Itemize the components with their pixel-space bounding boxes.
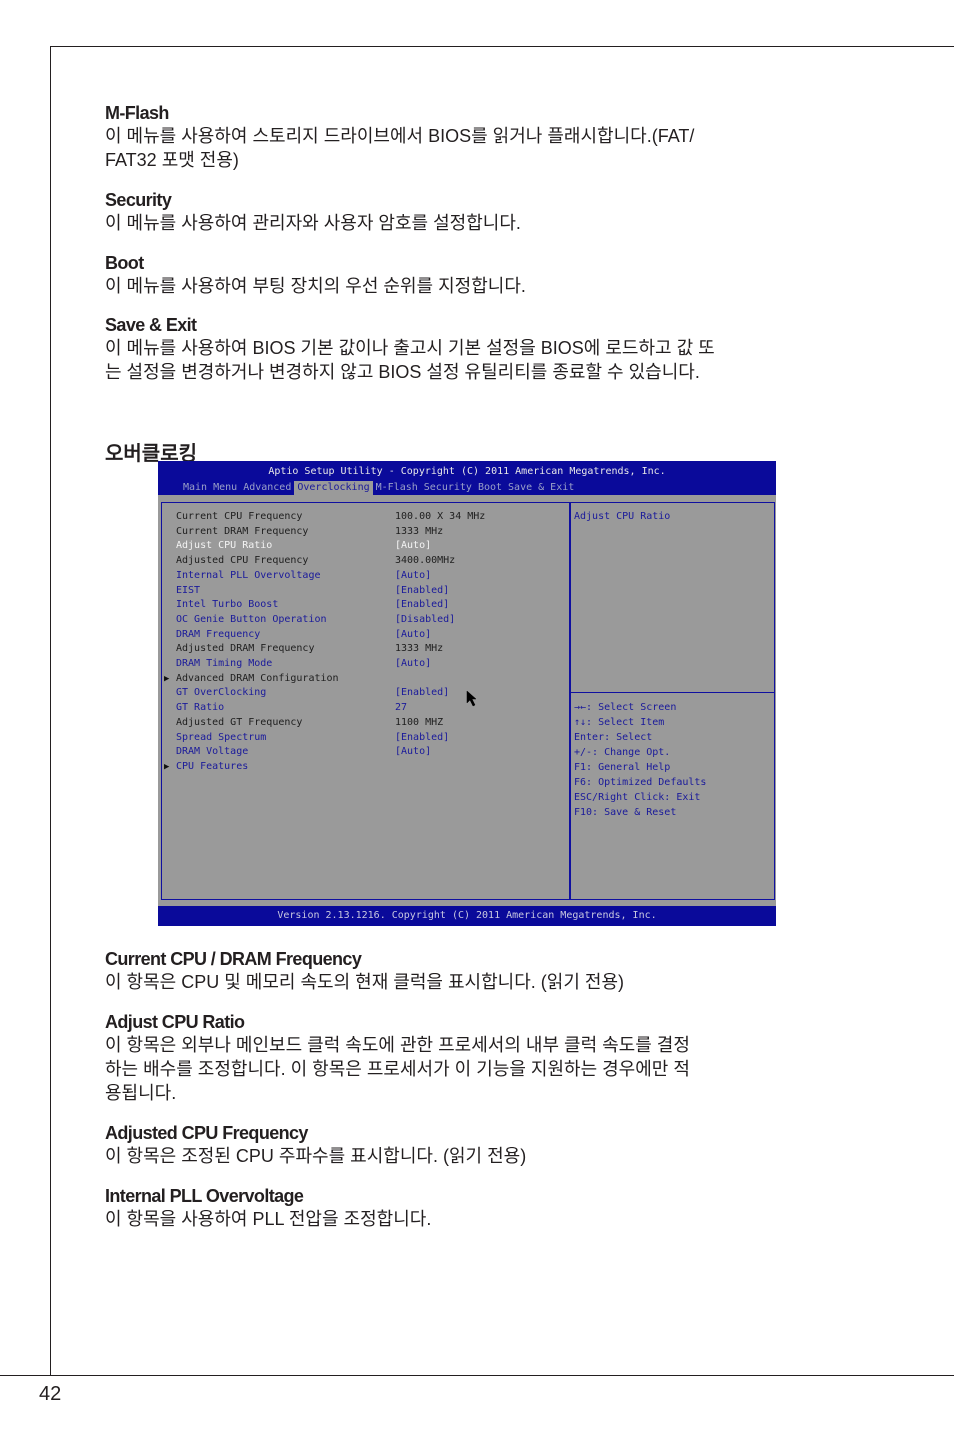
setting-value: [Auto]	[395, 658, 432, 669]
section-internal-pll: Internal PLL Overvoltage 이 항목을 사용하여 PLL …	[105, 1185, 835, 1231]
page-border-bottom	[0, 1375, 954, 1376]
bios-footer: Version 2.13.1216. Copyright (C) 2011 Am…	[158, 906, 776, 926]
section-body-line: 이 항목은 CPU 및 메모리 속도의 현재 클럭을 표시합니다. (읽기 전용…	[105, 972, 625, 992]
bios-tab-bar: Main Menu Advanced Overclocking M-Flash …	[180, 481, 577, 495]
setting-label: Adjusted GT Frequency	[176, 716, 303, 728]
setting-value: 3400.00MHz	[395, 555, 456, 567]
section-body-line: 이 메뉴를 사용하여 스토리지 드라이브에서 BIOS를 읽거나 플래시합니다.…	[105, 126, 695, 146]
setting-label: GT Ratio	[176, 702, 225, 714]
help-divider	[571, 692, 774, 693]
setting-label: DRAM Timing Mode	[176, 658, 273, 669]
section-title: M-Flash	[105, 103, 169, 123]
bios-screenshot: Aptio Setup Utility - Copyright (C) 2011…	[158, 461, 776, 926]
setting-label: CPU Features	[176, 760, 249, 772]
setting-value: [Auto]	[395, 628, 432, 640]
bios-tab-overclocking[interactable]: Overclocking	[294, 481, 373, 495]
section-body-line: 는 설정을 변경하거나 변경하지 않고 BIOS 설정 유틸리티를 종료할 수 …	[105, 362, 700, 382]
setting-label: Adjust CPU Ratio	[176, 540, 273, 552]
bios-tab-boot[interactable]: Boot	[475, 481, 505, 495]
setting-label: OC Genie Button Operation	[176, 613, 327, 625]
setting-label: Spread Spectrum	[176, 731, 267, 743]
bios-tab-save-exit[interactable]: Save & Exit	[505, 481, 577, 495]
setting-label: Internal PLL Overvoltage	[176, 569, 321, 581]
submenu-arrow-icon: ▶	[164, 673, 170, 684]
setting-value: [Disabled]	[395, 613, 456, 625]
setting-value: 1333 MHz	[395, 643, 444, 655]
section-body-line: 하는 배수를 조정합니다. 이 항목은 프로세서가 이 기능을 지원하는 경우에…	[105, 1059, 690, 1079]
section-title: Adjusted CPU Frequency	[105, 1123, 308, 1143]
bios-settings-panel: Current CPU Frequency 100.00 X 34 MHz Curr…	[161, 502, 571, 900]
setting-value: 1100 MHZ	[395, 716, 444, 728]
bios-help-panel: Adjust CPU Ratio →←: Select Screen ↑↓: S…	[569, 502, 775, 900]
setting-label: Adjusted DRAM Frequency	[176, 643, 315, 655]
help-key-select-item: ↑↓: Select Item	[574, 717, 665, 728]
setting-label: GT OverClocking	[176, 687, 267, 699]
section-security: Security 이 메뉴를 사용하여 관리자와 사용자 암호를 설정합니다.	[105, 189, 835, 235]
setting-label: DRAM Voltage	[176, 746, 249, 758]
setting-value: [Enabled]	[395, 599, 450, 611]
section-body-line: 용됩니다.	[105, 1083, 177, 1103]
section-m-flash: M-Flash 이 메뉴를 사용하여 스토리지 드라이브에서 BIOS를 읽거나…	[105, 102, 835, 172]
section-adjust-cpu-ratio: Adjust CPU Ratio 이 항목은 외부나 메인보드 클럭 속도에 관…	[105, 1011, 835, 1105]
setting-value: 1333 MHz	[395, 525, 444, 537]
section-body-line: 이 항목은 조정된 CPU 주파수를 표시합니다. (읽기 전용)	[105, 1146, 527, 1166]
section-boot: Boot 이 메뉴를 사용하여 부팅 장치의 우선 순위를 지정합니다.	[105, 252, 835, 298]
setting-label: Intel Turbo Boost	[176, 599, 279, 611]
section-body-line: 이 메뉴를 사용하여 BIOS 기본 값이나 출고시 기본 설정을 BIOS에 …	[105, 338, 715, 358]
setting-label: Current CPU Frequency	[176, 511, 303, 522]
bios-tab-security[interactable]: Security	[421, 481, 475, 495]
setting-label: Advanced DRAM Configuration	[176, 672, 339, 684]
bios-tab-advanced[interactable]: Advanced	[240, 481, 294, 495]
help-key-f1: F1: General Help	[574, 762, 671, 773]
setting-value: [Auto]	[395, 746, 432, 758]
section-title: Internal PLL Overvoltage	[105, 1186, 304, 1206]
bios-header: Aptio Setup Utility - Copyright (C) 2011…	[158, 461, 776, 495]
setting-value: [Enabled]	[395, 731, 450, 743]
section-save-exit: Save & Exit 이 메뉴를 사용하여 BIOS 기본 값이나 출고시 기…	[105, 314, 835, 384]
bios-tab-m-flash[interactable]: M-Flash	[373, 481, 421, 495]
page-border-top	[50, 46, 954, 47]
setting-value: 100.00 X 34 MHz	[395, 511, 486, 522]
setting-label: DRAM Frequency	[176, 628, 261, 640]
section-body-line: 이 항목을 사용하여 PLL 전압을 조정합니다.	[105, 1209, 432, 1229]
help-key-enter: Enter: Select	[574, 732, 653, 743]
setting-value: [Enabled]	[395, 687, 450, 699]
bios-title: Aptio Setup Utility - Copyright (C) 2011…	[268, 466, 666, 477]
help-key-f10: F10: Save & Reset	[574, 807, 677, 818]
bios-tab-main-menu[interactable]: Main Menu	[180, 481, 240, 495]
setting-label: Current DRAM Frequency	[176, 525, 309, 537]
section-title: Adjust CPU Ratio	[105, 1012, 245, 1032]
setting-value: [Auto]	[395, 569, 432, 581]
mouse-cursor-icon	[466, 690, 477, 707]
setting-label: Adjusted CPU Frequency	[176, 555, 309, 567]
help-key-esc: ESC/Right Click: Exit	[574, 792, 701, 803]
submenu-arrow-icon: ▶	[164, 761, 170, 772]
help-title: Adjust CPU Ratio	[574, 511, 671, 522]
section-title: Save & Exit	[105, 315, 197, 335]
section-title: Current CPU / DRAM Frequency	[105, 949, 362, 969]
section-body-line: 이 메뉴를 사용하여 부팅 장치의 우선 순위를 지정합니다.	[105, 276, 526, 296]
section-body-line: FAT32 포맷 전용)	[105, 150, 239, 170]
section-current-frequency: Current CPU / DRAM Frequency 이 항목은 CPU 및…	[105, 948, 835, 994]
help-key-change-opt: +/-: Change Opt.	[574, 747, 671, 758]
section-adjusted-cpu-frequency: Adjusted CPU Frequency 이 항목은 조정된 CPU 주파수…	[105, 1122, 835, 1168]
setting-value: 27	[395, 702, 408, 714]
section-body-line: 이 항목은 외부나 메인보드 클럭 속도에 관한 프로세서의 내부 클럭 속도를…	[105, 1035, 690, 1055]
help-key-select-screen: →←: Select Screen	[574, 702, 677, 713]
page-number: 42	[39, 1383, 62, 1405]
section-body-line: 이 메뉴를 사용하여 관리자와 사용자 암호를 설정합니다.	[105, 213, 521, 233]
page-border-left	[50, 46, 51, 1376]
section-title: Boot	[105, 253, 144, 273]
help-key-f6: F6: Optimized Defaults	[574, 777, 707, 788]
setting-label: EIST	[176, 584, 201, 596]
section-title: Security	[105, 190, 172, 210]
setting-value: [Auto]	[395, 540, 432, 552]
setting-value: [Enabled]	[395, 584, 450, 596]
